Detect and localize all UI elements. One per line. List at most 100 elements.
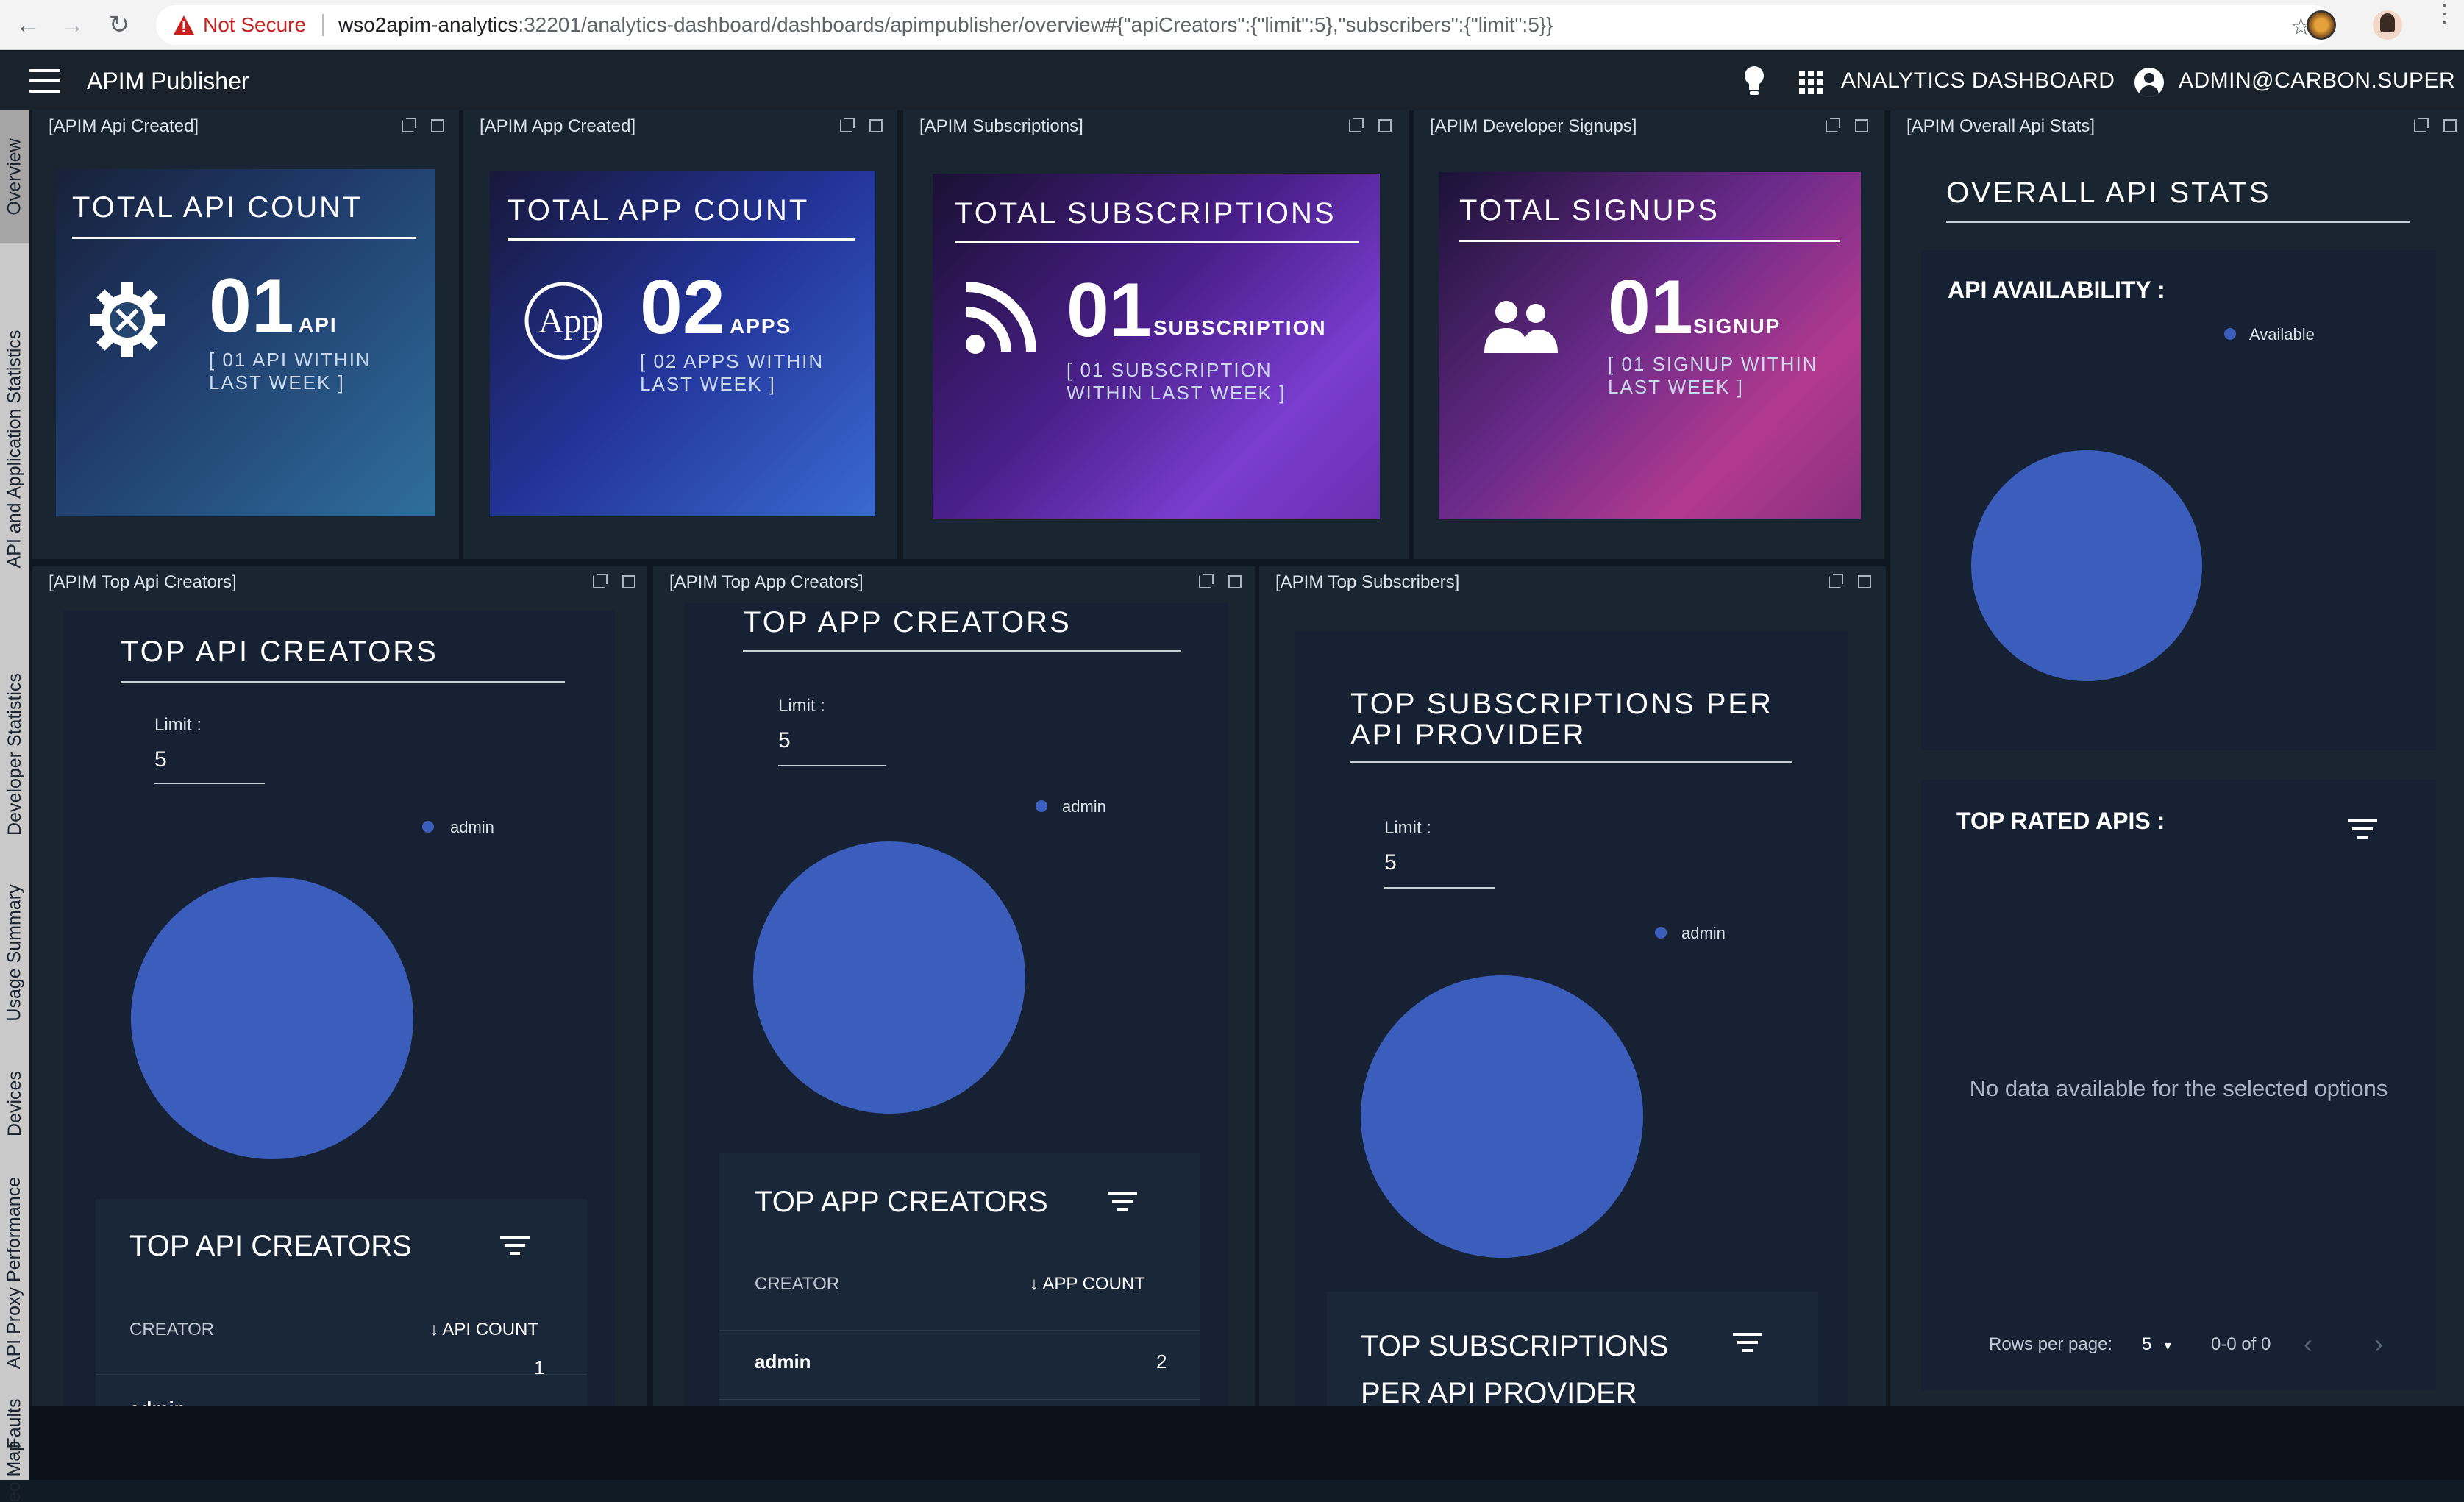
limit-input[interactable]: 5 <box>1384 850 1397 875</box>
table-row-count: 1 <box>534 1356 545 1378</box>
api-availability-label: API AVAILABILITY : <box>1948 277 2165 303</box>
total-subscriptions-card: TOTAL SUBSCRIPTIONS 01 SUBSCRIPTION [ 01… <box>933 174 1380 519</box>
column-app-count[interactable]: ↓ APP COUNT <box>1030 1274 1145 1295</box>
limit-input[interactable]: 5 <box>778 728 791 753</box>
widget-api-created: [APIM Api Created] TOTAL API COUNT 01 AP… <box>32 110 459 559</box>
widget-title: [APIM Top App Creators] <box>669 572 864 592</box>
subscription-count-unit: SUBSCRIPTION <box>1153 316 1327 339</box>
limit-label: Limit : <box>154 715 202 735</box>
legend-dot <box>422 821 434 833</box>
tab-usage-summary[interactable]: Usage Summary <box>0 861 29 1044</box>
popout-icon[interactable] <box>2414 118 2429 132</box>
popout-icon[interactable] <box>840 118 855 132</box>
top-app-creators-panel: TOP APP CREATORS Limit : 5 admin TOP APP… <box>684 603 1228 1406</box>
table-title: TOP APP CREATORS <box>755 1186 1048 1218</box>
maximize-icon[interactable] <box>1855 119 1868 132</box>
card-title: TOTAL APP COUNT <box>508 194 810 227</box>
forward-arrow-icon[interactable]: → <box>53 6 91 44</box>
settings-gear-icon <box>90 282 165 357</box>
legend-admin: admin <box>450 818 494 836</box>
url-text: wso2apim-analytics:32201/analytics-dashb… <box>338 13 1553 36</box>
top-api-creators-panel: TOP API CREATORS Limit : 5 admin TOP API… <box>63 611 615 1420</box>
card-title: TOTAL SUBSCRIPTIONS <box>955 197 1336 229</box>
limit-input[interactable]: 5 <box>154 747 167 772</box>
app-header: APIM Publisher ANALYTICS DASHBOARD ADMIN… <box>0 51 2464 110</box>
lightbulb-icon[interactable] <box>1740 65 1768 97</box>
tab-api-app-statistics[interactable]: API and Application Statistics <box>0 250 29 647</box>
account-icon[interactable] <box>2134 68 2164 97</box>
analytics-dashboard-link[interactable]: ANALYTICS DASHBOARD <box>1841 51 2115 110</box>
column-creator[interactable]: CREATOR <box>755 1274 839 1295</box>
top-subscribers-panel: TOP SUBSCRIPTIONS PER API PROVIDER Limit… <box>1295 631 1848 1409</box>
extension-icon[interactable] <box>2307 10 2336 40</box>
profile-avatar[interactable] <box>2373 10 2402 40</box>
top-app-creators-heading: TOP APP CREATORS <box>743 606 1072 638</box>
subscription-count-value: 01 <box>1067 268 1152 353</box>
availability-pie <box>1971 450 2202 681</box>
top-rated-apis-panel: TOP RATED APIS : No data available for t… <box>1921 780 2436 1390</box>
widget-title: [APIM Top Subscribers] <box>1275 572 1460 592</box>
maximize-icon[interactable] <box>1378 119 1392 132</box>
tab-geo-map[interactable]: eo Map <box>0 1440 29 1501</box>
next-page-icon[interactable]: › <box>2374 1328 2383 1359</box>
api-availability-panel: API AVAILABILITY : Available <box>1921 250 2436 750</box>
maximize-icon[interactable] <box>431 119 444 132</box>
reload-icon[interactable]: ↻ <box>100 6 138 44</box>
limit-label: Limit : <box>778 696 826 716</box>
maximize-icon[interactable] <box>622 575 635 588</box>
address-bar[interactable]: Not Secure wso2apim-analytics:32201/anal… <box>156 5 2333 45</box>
widget-developer-signups: [APIM Developer Signups] TOTAL SIGNUPS 0… <box>1414 110 1884 559</box>
api-count-value: 01 <box>209 263 294 349</box>
widget-title: [APIM App Created] <box>480 116 636 136</box>
widget-overall-api-stats: [APIM Overall Api Stats] OVERALL API STA… <box>1890 110 2464 1406</box>
tab-api-proxy-performance[interactable]: API Proxy Performance <box>0 1162 29 1383</box>
tab-overview[interactable]: Overview <box>0 110 29 243</box>
tab-developer-statistics[interactable]: Developer Statistics <box>0 655 29 853</box>
widget-title: [APIM Api Created] <box>49 116 199 136</box>
popout-icon[interactable] <box>402 118 416 132</box>
filter-icon[interactable] <box>500 1236 530 1258</box>
popout-icon[interactable] <box>1829 574 1843 588</box>
rss-feed-icon <box>966 282 1036 354</box>
maximize-icon[interactable] <box>2443 119 2457 132</box>
top-app-creators-table: TOP APP CREATORS CREATOR ↓ APP COUNT adm… <box>719 1153 1200 1406</box>
legend-admin: admin <box>1062 797 1106 816</box>
table-row-creator: admin <box>755 1350 811 1373</box>
back-arrow-icon[interactable]: ← <box>9 6 47 44</box>
rows-per-page-select[interactable]: 5 ▼ <box>2142 1334 2173 1355</box>
filter-icon[interactable] <box>1733 1333 1762 1355</box>
table-row-count: 2 <box>1156 1350 1167 1373</box>
app-count-week: [ 02 APPS WITHIN LAST WEEK ] <box>640 350 825 395</box>
browser-menu-icon[interactable]: ⋮ <box>2432 1 2457 26</box>
prev-page-icon[interactable]: ‹ <box>2304 1328 2312 1359</box>
total-api-count-card: TOTAL API COUNT 01 API [ 01 API WITHIN L… <box>56 169 435 516</box>
signup-count-week: [ 01 SIGNUP WITHIN LAST WEEK ] <box>1608 353 1818 398</box>
maximize-icon[interactable] <box>869 119 883 132</box>
popout-icon[interactable] <box>1349 118 1364 132</box>
popout-icon[interactable] <box>1199 574 1214 588</box>
column-creator[interactable]: CREATOR <box>129 1320 214 1340</box>
popout-icon[interactable] <box>593 574 608 588</box>
maximize-icon[interactable] <box>1858 575 1871 588</box>
app-title: APIM Publisher <box>87 68 249 94</box>
top-subscribers-pie <box>1361 975 1643 1258</box>
user-menu[interactable]: ADMIN@CARBON.SUPER <box>2179 51 2455 110</box>
widget-subscriptions: [APIM Subscriptions] TOTAL SUBSCRIPTIONS… <box>903 110 1409 559</box>
apps-grid-icon[interactable] <box>1799 71 1823 94</box>
popout-icon[interactable] <box>1826 118 1840 132</box>
maximize-icon[interactable] <box>1228 575 1242 588</box>
pagination-range: 0-0 of 0 <box>2211 1334 2271 1354</box>
legend-dot <box>2224 328 2236 340</box>
top-api-creators-heading: TOP API CREATORS <box>121 636 438 668</box>
filter-icon[interactable] <box>1108 1192 1137 1214</box>
column-api-count[interactable]: ↓ API COUNT <box>430 1320 538 1340</box>
svg-text:App: App <box>538 302 599 341</box>
hamburger-menu-icon[interactable] <box>29 69 60 93</box>
footer-band <box>29 1406 2464 1480</box>
api-count-week: [ 01 API WITHIN LAST WEEK ] <box>209 349 371 394</box>
tab-devices[interactable]: Devices <box>0 1052 29 1155</box>
filter-icon[interactable] <box>2348 819 2377 841</box>
legend-dot <box>1036 800 1047 812</box>
widget-top-subscribers: [APIM Top Subscribers] TOP SUBSCRIPTIONS… <box>1259 566 1886 1409</box>
top-subscribers-heading: TOP SUBSCRIPTIONS PER API PROVIDER <box>1350 688 1773 751</box>
